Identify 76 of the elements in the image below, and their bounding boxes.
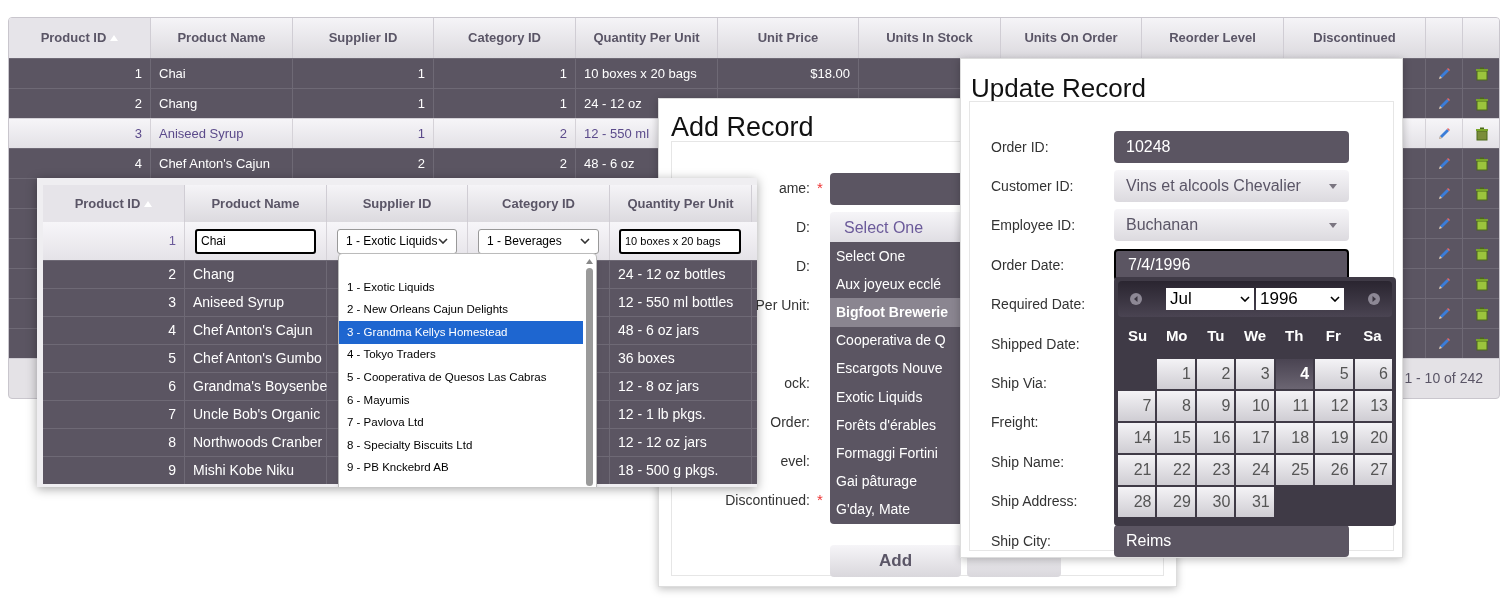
- required-asterisk: *: [817, 490, 823, 511]
- field-label: Ship Via:: [991, 375, 1047, 392]
- table-cell-text: Grandma's Boysenbe: [193, 377, 328, 396]
- field-label: D:: [796, 218, 810, 237]
- table-cell-text: 3: [168, 293, 176, 312]
- required-asterisk: *: [817, 178, 823, 199]
- table-cell-text: 8: [168, 433, 176, 452]
- table-cell-text: 1: [417, 64, 425, 83]
- table-cell-text: 12 - 12 oz jars: [618, 433, 707, 452]
- field-label: Discontinued:: [725, 491, 810, 510]
- field-label: ock:: [784, 374, 810, 393]
- table-cell-text: 4: [168, 321, 176, 340]
- table-cell-text: Aniseed Syrup: [193, 293, 285, 312]
- table-cell-text: Chef Anton's Gumbo: [193, 349, 322, 368]
- field-label: Ship City:: [991, 532, 1051, 549]
- table-cell-text: 18 - 500 g pkgs.: [618, 461, 719, 480]
- table-cell-text: 12 - 550 ml: [584, 124, 650, 143]
- weekday-label: Tu: [1206, 325, 1226, 346]
- table-cell-text: Uncle Bob's Organic: [193, 405, 321, 424]
- table-cell-text: 36 boxes: [618, 349, 675, 368]
- field-label: Ship Name:: [991, 453, 1065, 470]
- field-label: Per Unit:: [755, 296, 810, 315]
- weekday-label: Mo: [1164, 325, 1189, 346]
- field-label: Order:: [770, 413, 810, 432]
- table-cell-text: 1: [417, 124, 425, 143]
- table-cell-text: Chang: [159, 94, 198, 113]
- table-cell-text: 48 - 6 oz: [584, 154, 635, 173]
- field-label: D:: [796, 257, 810, 276]
- table-cell-text: 1: [134, 64, 142, 83]
- table-cell-text: Mishi Kobe Niku: [193, 461, 295, 480]
- table-cell-text: 1: [417, 94, 425, 113]
- table-cell-text: 2: [559, 124, 567, 143]
- table-cell-text: 9: [168, 461, 176, 480]
- weekday-label: We: [1242, 325, 1268, 346]
- table-cell-text: Aniseed Syrup: [159, 124, 244, 143]
- field-label: evel:: [780, 452, 810, 471]
- weekday-label: Fr: [1324, 325, 1342, 346]
- table-cell-text: 2: [559, 154, 567, 173]
- weekday-label: Su: [1127, 325, 1149, 346]
- table-cell-text: 12 - 550 ml bottles: [618, 293, 734, 312]
- table-cell-text: 24 - 12 oz bottles: [618, 265, 726, 284]
- table-cell-text: Chef Anton's Cajun: [159, 154, 270, 173]
- table-cell-text: 48 - 6 oz jars: [618, 321, 699, 340]
- table-cell-text: Northwoods Cranber: [193, 433, 323, 452]
- table-cell-text: 2: [417, 154, 425, 173]
- pager-text: 1 - 10 of 242: [1404, 369, 1483, 388]
- field-label: Freight:: [991, 414, 1039, 431]
- field-label: Order Date:: [991, 256, 1065, 273]
- weekday-label: Th: [1283, 325, 1305, 346]
- table-cell-text: 7: [168, 405, 176, 424]
- table-cell-text: 12 - 8 oz jars: [618, 377, 699, 396]
- field-label: Shipped Date:: [991, 335, 1080, 352]
- table-cell-text: 2: [168, 265, 176, 284]
- table-cell-text: 2: [134, 94, 142, 113]
- table-cell-text: Chang: [193, 265, 235, 284]
- table-cell-text: Chai: [159, 64, 186, 83]
- table-cell-text: 4: [134, 154, 142, 173]
- dialog-title: Add Record: [671, 114, 814, 141]
- field-label: ame:: [778, 179, 810, 198]
- field-label: Ship Address:: [991, 493, 1078, 510]
- table-cell-text: 1: [168, 232, 176, 251]
- weekday-label: Sa: [1362, 325, 1383, 346]
- table-cell-text: 5: [168, 349, 176, 368]
- table-cell-text: 10 boxes x 20 bags: [584, 64, 697, 83]
- field-label: Employee ID:: [991, 217, 1076, 234]
- table-cell-text: 1: [559, 94, 567, 113]
- table-cell-text: $18.00: [810, 64, 850, 83]
- table-cell-text: Chef Anton's Cajun: [193, 321, 313, 340]
- table-cell-text: 1: [559, 64, 567, 83]
- field-label: Customer ID:: [991, 178, 1074, 195]
- table-cell-text: 12 - 1 lb pkgs.: [618, 405, 706, 424]
- table-cell-text: 24 - 12 oz: [584, 94, 642, 113]
- field-label: Order ID:: [991, 138, 1049, 155]
- table-cell-text: 3: [134, 124, 142, 143]
- table-cell-text: 6: [168, 377, 176, 396]
- field-label: Required Date:: [991, 296, 1086, 313]
